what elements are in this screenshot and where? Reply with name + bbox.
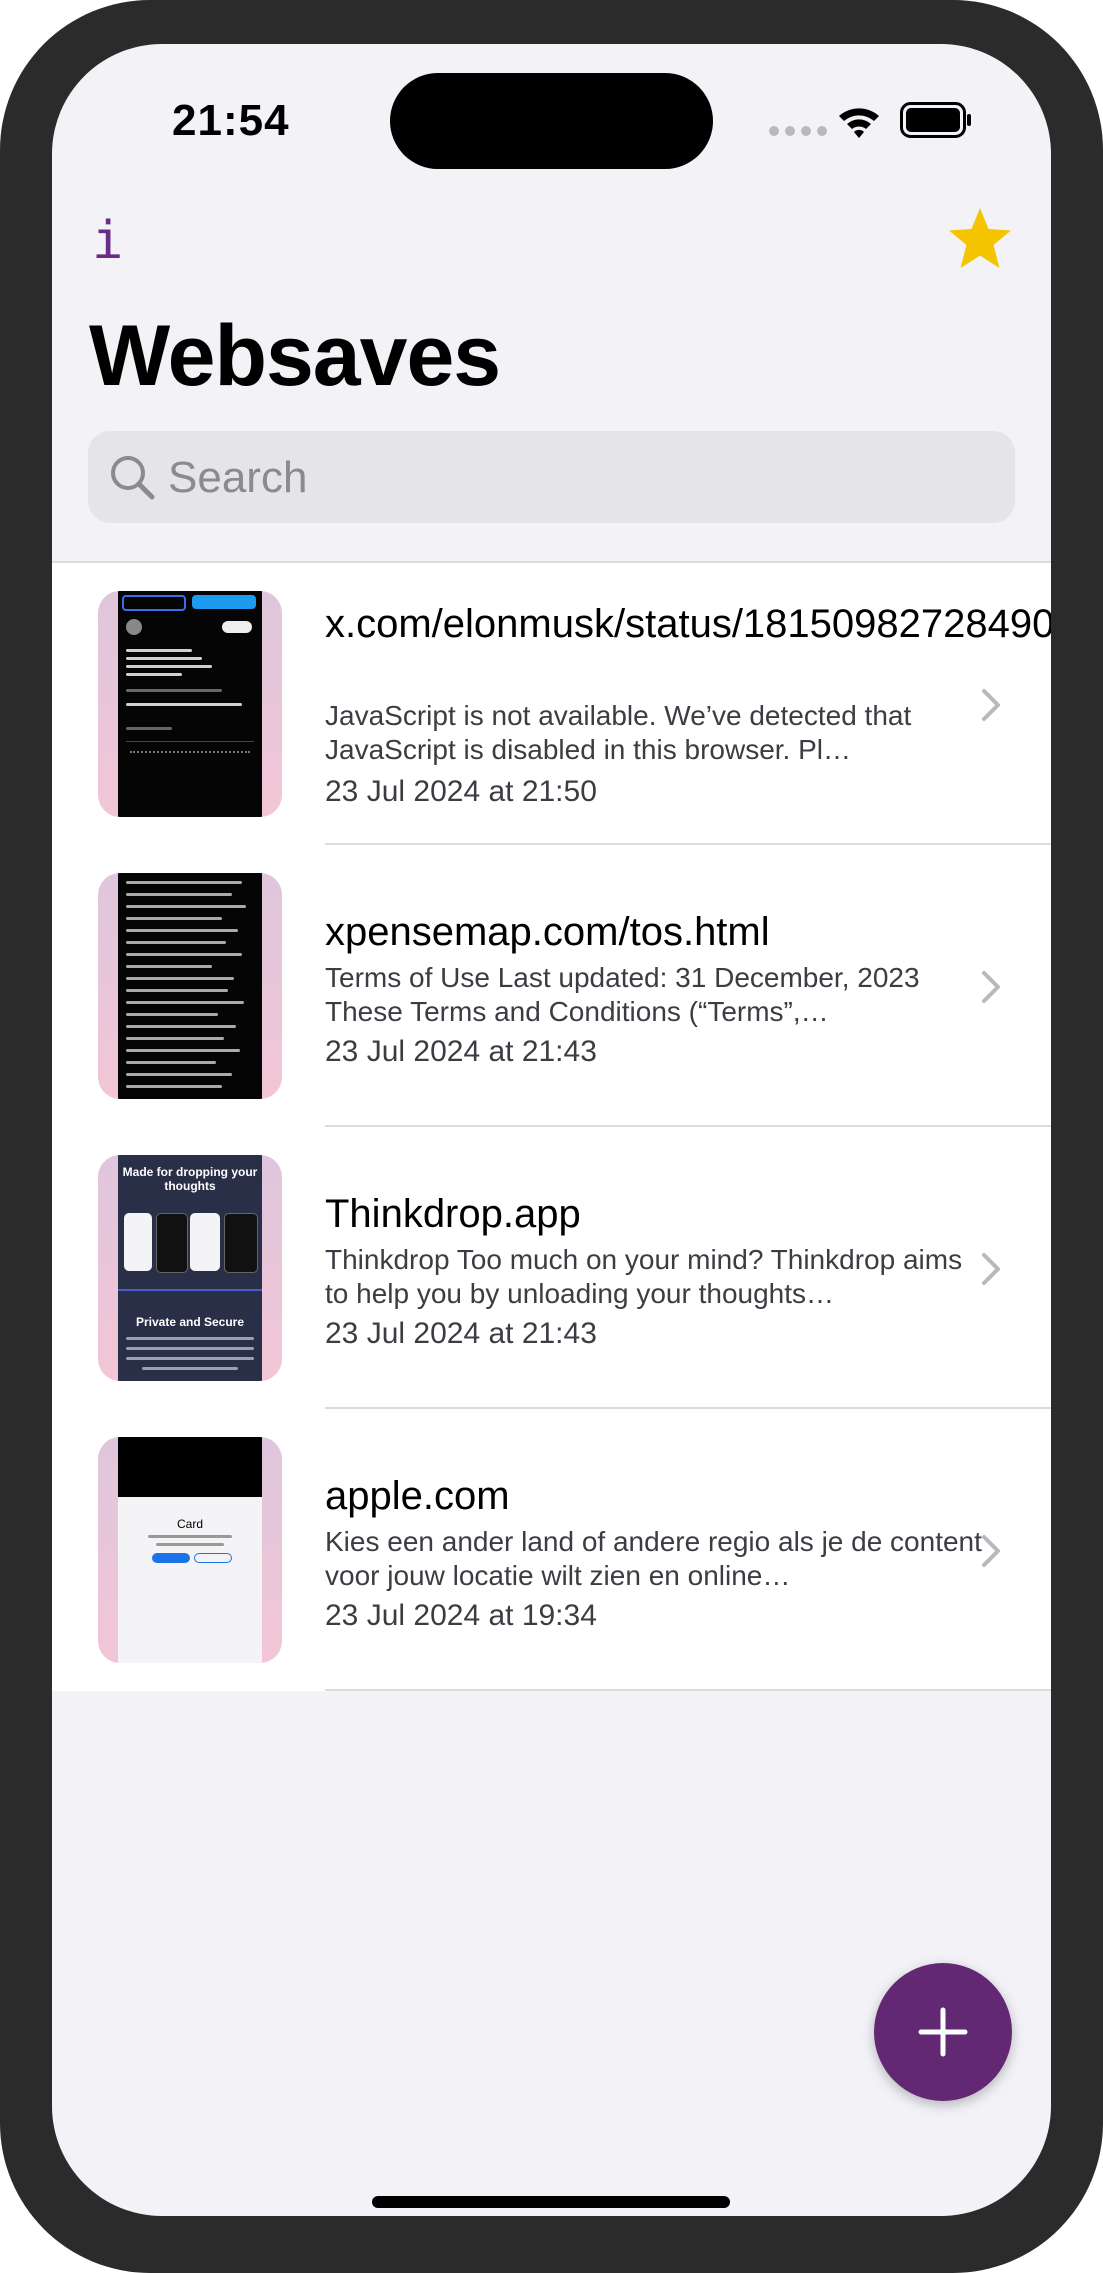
thumbnail-caption: Card (176, 1517, 203, 1531)
row-divider (325, 1689, 1051, 1691)
page-thumbnail: Made for dropping your thoughts Private … (98, 1155, 282, 1381)
page-thumbnail: Card (98, 1437, 282, 1663)
item-description: Kies een ander land of andere regio als … (325, 1526, 982, 1591)
item-date: 23 Jul 2024 at 21:43 (325, 1317, 597, 1350)
item-date: 23 Jul 2024 at 21:43 (325, 1035, 597, 1068)
item-title: xpensemap.com/tos.html (325, 910, 770, 954)
home-indicator[interactable] (372, 2196, 730, 2208)
search-input[interactable] (166, 431, 990, 525)
list-item[interactable]: x.com/elonmusk/status/181509827284905615… (52, 563, 1051, 845)
status-bar: 21:54 (52, 44, 1051, 204)
item-date: 23 Jul 2024 at 21:50 (325, 775, 597, 808)
battery-icon (900, 102, 971, 138)
thumbnail-caption: Made for dropping your thoughts (122, 1165, 258, 1193)
item-title: Thinkdrop.app (325, 1192, 581, 1236)
page-thumbnail (98, 873, 282, 1099)
add-websave-button[interactable] (874, 1963, 1012, 2101)
list-item[interactable]: Card apple.com Kies een ander land of an… (52, 1409, 1051, 1691)
chevron-right-icon (982, 971, 1000, 1003)
screen: 21:54 i Websaves Search x.com/elonmusk/s… (52, 44, 1051, 2216)
plus-icon (918, 2007, 968, 2057)
search-icon (111, 456, 155, 500)
page-thumbnail (98, 591, 282, 817)
info-button[interactable]: i (92, 206, 142, 276)
status-time: 21:54 (172, 96, 290, 145)
thumbnail-caption: Private and Secure (135, 1315, 245, 1329)
device-frame: 21:54 i Websaves Search x.com/elonmusk/s… (0, 0, 1103, 2273)
search-bar[interactable] (88, 431, 1015, 525)
websaves-list: x.com/elonmusk/status/181509827284905615… (52, 561, 1051, 1691)
item-description: JavaScript is not available. We’ve detec… (325, 700, 912, 765)
cellular-signal-icon (769, 126, 827, 136)
list-item[interactable]: xpensemap.com/tos.html Terms of Use Last… (52, 845, 1051, 1127)
item-description: Terms of Use Last updated: 31 December, … (325, 962, 920, 1027)
item-description: Thinkdrop Too much on your mind? Thinkdr… (325, 1244, 963, 1309)
chevron-right-icon (982, 1535, 1000, 1567)
item-date: 23 Jul 2024 at 19:34 (325, 1599, 597, 1632)
wifi-icon (839, 108, 879, 138)
item-title: apple.com (325, 1474, 510, 1518)
favorites-star-icon[interactable] (945, 204, 1015, 274)
chevron-right-icon (982, 1253, 1000, 1285)
list-item[interactable]: Made for dropping your thoughts Private … (52, 1127, 1051, 1409)
chevron-right-icon (982, 689, 1000, 721)
item-title: x.com/elonmusk/status/181509827284905615… (325, 602, 1051, 646)
page-title: Websaves (89, 308, 501, 404)
dynamic-island (390, 73, 713, 169)
